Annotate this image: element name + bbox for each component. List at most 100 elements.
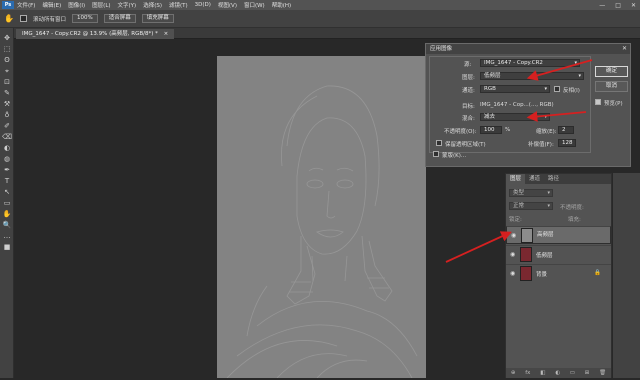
tool-icon-6[interactable]: ⚒ (2, 100, 12, 109)
layer-row-high-freq[interactable]: ◉ 高频层 (506, 226, 611, 244)
menu-select[interactable]: 选择(S) (143, 1, 162, 9)
high-pass-image[interactable] (217, 56, 426, 379)
lock-icon: 🔒 (594, 270, 601, 276)
layer-name: 低频层 (536, 253, 553, 259)
preserve-transparency-checkbox[interactable] (436, 140, 442, 146)
tool-icon-18[interactable]: … (2, 232, 12, 241)
tool-icon-13[interactable]: T (2, 177, 12, 186)
menu-edit[interactable]: 编辑(E) (42, 1, 61, 9)
blending-select[interactable]: 减去 ▾ (480, 113, 550, 121)
target-value: IMG_1647 - Cop...(..., RGB) (480, 102, 554, 108)
invert-label: 反相(I) (563, 88, 580, 94)
cancel-button[interactable]: 取消 (595, 81, 628, 92)
maximize-icon[interactable]: □ (615, 2, 621, 9)
trash-icon[interactable]: 🗑 (599, 370, 606, 376)
tool-icon-19[interactable]: ■ (2, 243, 12, 252)
menu-window[interactable]: 窗口(W) (244, 1, 265, 9)
mask-icon[interactable]: ◧ (540, 370, 545, 376)
eye-icon[interactable]: ◉ (510, 270, 518, 277)
fx-icon[interactable]: fx (525, 370, 530, 376)
source-value: IMG_1647 - Copy.CR2 (484, 60, 543, 66)
scroll-all-label: 滚动所有窗口 (32, 16, 66, 23)
menu-help[interactable]: 帮助(H) (272, 1, 291, 9)
tab-layers[interactable]: 图层 (506, 174, 526, 184)
kind-value: 类型 (513, 190, 525, 196)
layer-thumbnail (520, 247, 532, 262)
tab-channels[interactable]: 通道 (525, 174, 544, 184)
folder-icon[interactable]: ▭ (570, 370, 575, 376)
ok-button[interactable]: 确定 (595, 66, 628, 77)
menu-3d[interactable]: 3D(D) (195, 2, 211, 8)
hand-icon[interactable]: ✋ (4, 14, 14, 23)
source-group: 源: IMG_1647 - Copy.CR2 ▾ 图层: 低频层 ▾ 通道: RGB… (429, 56, 591, 153)
minimize-icon[interactable]: — (599, 2, 605, 9)
scale-input[interactable]: 2 (558, 126, 574, 134)
offset-input[interactable]: 128 (558, 139, 576, 147)
layer-row-background[interactable]: ◉ 背景 🔒 (506, 264, 611, 282)
preview-checkbox[interactable] (595, 99, 601, 105)
tool-icon-1[interactable]: ⬚ (2, 45, 12, 54)
tool-icon-3[interactable]: ⌖ (2, 67, 12, 76)
panel-dock (613, 173, 640, 378)
tool-icon-9[interactable]: ⌫ (2, 133, 12, 142)
adjustment-icon[interactable]: ◐ (555, 370, 560, 376)
menu-view[interactable]: 视图(V) (218, 1, 237, 9)
new-layer-icon[interactable]: ⊞ (585, 370, 590, 376)
menu-file[interactable]: 文件(F) (17, 1, 35, 9)
tool-icon-4[interactable]: ⊡ (2, 78, 12, 87)
invert-checkbox[interactable] (554, 86, 560, 92)
zoom-100-button[interactable]: 100% (71, 14, 98, 23)
eye-icon[interactable]: ◉ (511, 232, 519, 239)
tool-icon-5[interactable]: ✎ (2, 89, 12, 98)
layer-row-low-freq[interactable]: ◉ 低频层 (506, 245, 611, 263)
chevron-down-icon: ▾ (574, 60, 577, 66)
tool-icon-2[interactable]: ʘ (2, 56, 12, 65)
layer-select[interactable]: 低频层 ▾ (480, 72, 584, 80)
offset-label: 补偿值(F): (528, 142, 554, 148)
menu-filter[interactable]: 滤镜(T) (169, 1, 188, 9)
tool-icon-0[interactable]: ✥ (2, 34, 12, 43)
tool-icon-11[interactable]: ◍ (2, 155, 12, 164)
opacity-input[interactable]: 100 (480, 126, 502, 134)
scale-label: 缩放(E): (536, 129, 557, 135)
channel-value: RGB (484, 86, 496, 92)
tool-icon-10[interactable]: ◐ (2, 144, 12, 153)
opacity-label: 不透明度(O): (444, 129, 477, 135)
menu-image[interactable]: 图像(I) (68, 1, 85, 9)
menu-layer[interactable]: 图层(L) (92, 1, 110, 9)
fill-screen-button[interactable]: 填充屏幕 (141, 14, 174, 23)
dialog-title[interactable]: 应用图像 (426, 44, 630, 54)
opacity-label: 不透明度: (560, 205, 584, 211)
preview-label: 预览(P) (604, 101, 623, 107)
apply-image-dialog: 应用图像 ✕ 源: IMG_1647 - Copy.CR2 ▾ 图层: 低频层 ▾ … (425, 43, 631, 167)
tool-icon-16[interactable]: ✋ (2, 210, 12, 219)
layers-footer: ⊕ fx ◧ ◐ ▭ ⊞ 🗑 (506, 368, 611, 378)
close-tab-icon[interactable]: × (164, 31, 169, 37)
tool-icon-12[interactable]: ✒ (2, 166, 12, 175)
blend-mode-select[interactable]: 正常 ▾ (509, 202, 553, 210)
channel-select[interactable]: RGB ▾ (480, 85, 550, 93)
close-window-icon[interactable]: ✕ (631, 2, 636, 9)
menu-type[interactable]: 文字(Y) (118, 1, 137, 9)
document-tab-bar: IMG_1647 - Copy.CR2 @ 13.9% (高频层, RGB/8*… (14, 28, 640, 39)
chevron-down-icon: ▾ (544, 86, 547, 92)
tool-icon-14[interactable]: ↖ (2, 188, 12, 197)
link-icon[interactable]: ⊕ (511, 370, 516, 376)
eye-icon[interactable]: ◉ (510, 251, 518, 258)
scroll-all-checkbox[interactable] (19, 15, 27, 22)
tool-icon-17[interactable]: 🔍 (2, 221, 12, 230)
chevron-down-icon: ▾ (578, 73, 581, 79)
mask-checkbox[interactable] (433, 151, 439, 157)
layer-kind-filter[interactable]: 类型 ▾ (509, 189, 553, 197)
document-tab[interactable]: IMG_1647 - Copy.CR2 @ 13.9% (高频层, RGB/8*… (16, 29, 175, 39)
close-icon[interactable]: ✕ (622, 44, 627, 54)
tab-paths[interactable]: 路径 (544, 174, 563, 184)
source-select[interactable]: IMG_1647 - Copy.CR2 ▾ (480, 59, 580, 67)
fit-screen-button[interactable]: 适合屏幕 (103, 14, 136, 23)
chevron-down-icon: ▾ (544, 114, 547, 120)
lock-label: 锁定: (509, 217, 522, 223)
tool-icon-15[interactable]: ▭ (2, 199, 12, 208)
tool-icon-8[interactable]: ✐ (2, 122, 12, 131)
tool-icon-7[interactable]: ♁ (2, 111, 12, 120)
layers-tab-strip: 图层 通道 路径 (506, 174, 611, 184)
